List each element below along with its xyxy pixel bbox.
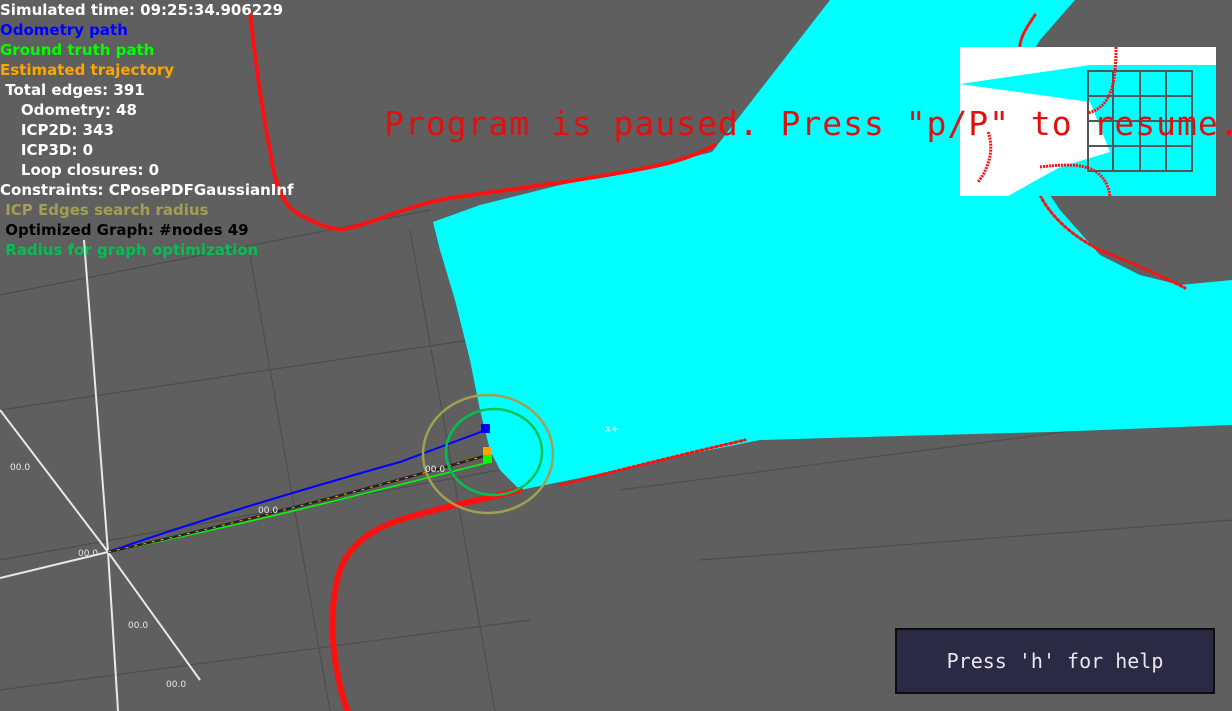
axis-label: 00.0 xyxy=(128,621,148,631)
axis-label: 00.0 xyxy=(258,506,278,516)
total-edges: Total edges: 391 xyxy=(0,81,145,99)
robot-label-marker: x+ xyxy=(605,424,619,435)
icp2d-edges: ICP2D: 343 xyxy=(0,121,114,139)
axis-label: 00.0 xyxy=(10,463,30,473)
axis-label: 00.0 xyxy=(78,549,98,559)
legend-icp-radius: ICP Edges search radius xyxy=(0,201,209,219)
loop-closures: Loop closures: 0 xyxy=(0,161,160,179)
legend-optimization-radius: Radius for graph optimization xyxy=(0,241,259,259)
odometry-edges: Odometry: 48 xyxy=(0,101,137,119)
constraints-type: Constraints: CPosePDFGaussianInf xyxy=(0,181,294,199)
optimized-graph: Optimized Graph: #nodes 49 xyxy=(0,221,249,239)
legend-ground-truth-path: Ground truth path xyxy=(0,41,155,59)
help-button[interactable]: Press 'h' for help xyxy=(895,628,1215,694)
axis-label: 00.0 xyxy=(166,680,186,690)
estimated-pose-marker xyxy=(483,447,492,455)
simulated-time: Simulated time: 09:25:34.906229 xyxy=(0,1,284,19)
odometry-pose-marker xyxy=(481,424,490,433)
paused-message: Program is paused. Press "p/P" to resume… xyxy=(384,104,1232,143)
icp3d-edges: ICP3D: 0 xyxy=(0,141,94,159)
axis-label: 00.0 xyxy=(425,465,445,475)
info-overlay: Simulated time: 09:25:34.906229 Odometry… xyxy=(0,0,294,260)
ground-truth-pose-marker xyxy=(483,455,492,463)
legend-estimated-trajectory: Estimated trajectory xyxy=(0,61,175,79)
legend-odometry-path: Odometry path xyxy=(0,21,128,39)
